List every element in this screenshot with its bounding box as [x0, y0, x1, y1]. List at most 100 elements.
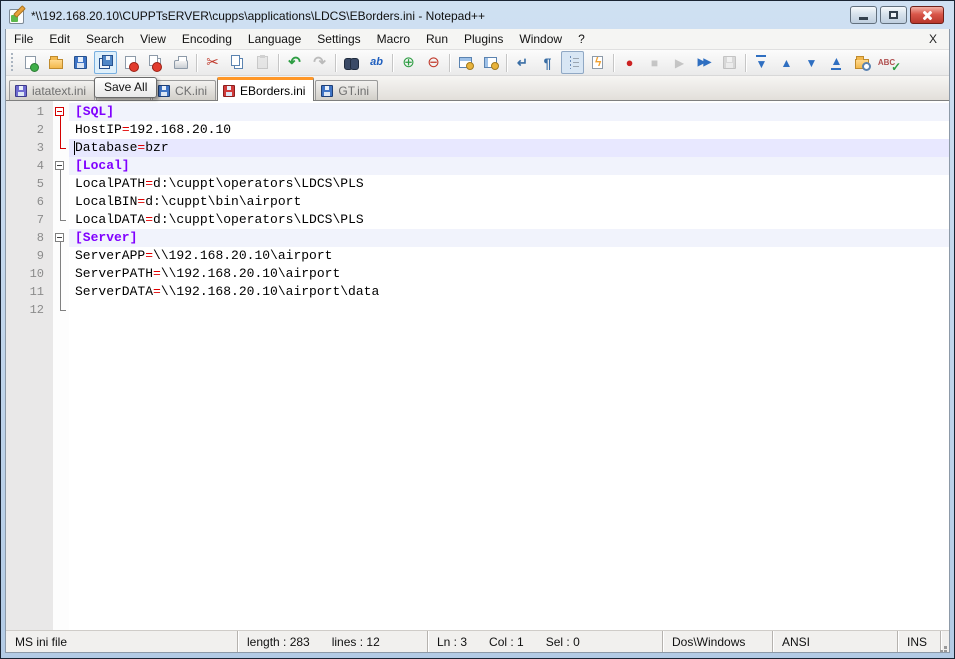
- goto-last-button[interactable]: ▲: [825, 51, 848, 74]
- tab-gtini[interactable]: GT.ini: [315, 80, 378, 100]
- line-number: 10: [6, 265, 53, 283]
- record-macro-button[interactable]: ●: [618, 51, 641, 74]
- restore-button[interactable]: [880, 6, 907, 24]
- goto-next-button[interactable]: ▼: [800, 51, 823, 74]
- indent-guide-button[interactable]: [561, 51, 584, 74]
- line-number: 1: [6, 103, 53, 121]
- title-bar[interactable]: *\\192.168.20.10\CUPPTsERVER\cupps\appli…: [5, 3, 950, 29]
- menu-item-file[interactable]: File: [6, 29, 41, 49]
- code-line[interactable]: LocalBIN=d:\cuppt\bin\airport: [69, 193, 949, 211]
- token-key: ServerPATH: [75, 266, 153, 281]
- line-number: 3: [6, 139, 53, 157]
- menu-item-edit[interactable]: Edit: [41, 29, 78, 49]
- resize-grip[interactable]: [941, 631, 949, 652]
- code-line[interactable]: ServerDATA=\\192.168.20.10\airport\data: [69, 283, 949, 301]
- find-button[interactable]: [340, 51, 363, 74]
- tab-ebordersini[interactable]: EBorders.ini: [217, 77, 314, 101]
- status-bar: MS ini file length : 283lines : 12 Ln : …: [6, 630, 949, 652]
- fold-collapse-marker[interactable]: [53, 229, 69, 247]
- menu-item-settings[interactable]: Settings: [309, 29, 368, 49]
- code-line[interactable]: ServerPATH=\\192.168.20.10\airport: [69, 265, 949, 283]
- tab-iatatextini[interactable]: iatatext.ini: [9, 80, 95, 100]
- toolbar-separator: [506, 54, 507, 72]
- menu-item-window[interactable]: Window: [511, 29, 570, 49]
- sync-vertical-button[interactable]: [454, 51, 477, 74]
- code-line[interactable]: LocalDATA=d:\cuppt\operators\LDCS\PLS: [69, 211, 949, 229]
- zoom-in-button[interactable]: ⊕: [397, 51, 420, 74]
- copy-button[interactable]: [226, 51, 249, 74]
- minimize-button[interactable]: [850, 6, 877, 24]
- save-all-icon: [102, 55, 113, 66]
- cut-icon: ✂: [206, 55, 219, 70]
- stop-macro-button[interactable]: ■: [643, 51, 666, 74]
- token-key: ServerAPP: [75, 248, 145, 263]
- toolbar-separator: [613, 54, 614, 72]
- code-area[interactable]: [SQL]HostIP=192.168.20.10Database=bzr[Lo…: [69, 101, 949, 630]
- explorer-button[interactable]: [850, 51, 873, 74]
- close-all-icon: [149, 55, 158, 66]
- toolbar-separator: [745, 54, 746, 72]
- paste-button[interactable]: [251, 51, 274, 74]
- menu-item-macro[interactable]: Macro: [369, 29, 418, 49]
- new-file-button[interactable]: [19, 51, 42, 74]
- close-button[interactable]: [910, 6, 944, 24]
- editor[interactable]: 123456789101112 [SQL]HostIP=192.168.20.1…: [6, 101, 949, 630]
- undo-button[interactable]: ↶: [283, 51, 306, 74]
- redo-button[interactable]: ↷: [308, 51, 331, 74]
- save-all-button[interactable]: [94, 51, 117, 74]
- menu-item-view[interactable]: View: [132, 29, 174, 49]
- code-line[interactable]: [Local]: [69, 157, 949, 175]
- save-all-tooltip: Save All: [94, 77, 157, 98]
- line-number: 11: [6, 283, 53, 301]
- sync-horizontal-button[interactable]: [479, 51, 502, 74]
- status-typing-mode[interactable]: INS: [898, 631, 941, 652]
- code-line[interactable]: [69, 301, 949, 319]
- open-button[interactable]: [44, 51, 67, 74]
- toolbar-separator: [278, 54, 279, 72]
- undo-icon: ↶: [288, 55, 301, 70]
- save-button[interactable]: [69, 51, 92, 74]
- replace-button[interactable]: ab: [365, 51, 388, 74]
- token-section: [Server]: [75, 230, 137, 245]
- menu-item-encoding[interactable]: Encoding: [174, 29, 240, 49]
- word-wrap-button[interactable]: ↵: [511, 51, 534, 74]
- menu-item-search[interactable]: Search: [78, 29, 132, 49]
- tab-label: EBorders.ini: [240, 84, 305, 98]
- fold-guide: [53, 301, 69, 319]
- fold-collapse-marker[interactable]: [53, 157, 69, 175]
- goto-prev-button[interactable]: ▲: [775, 51, 798, 74]
- save-icon: [74, 56, 87, 69]
- tab-ckini[interactable]: CK.ini: [152, 80, 216, 100]
- code-line[interactable]: [Server]: [69, 229, 949, 247]
- line-number: 6: [6, 193, 53, 211]
- menu-item-plugins[interactable]: Plugins: [456, 29, 511, 49]
- sync-horizontal-icon: [484, 57, 497, 68]
- status-encoding[interactable]: ANSI: [773, 631, 898, 652]
- code-line[interactable]: LocalPATH=d:\cuppt\operators\LDCS\PLS: [69, 175, 949, 193]
- save-macro-button[interactable]: [718, 51, 741, 74]
- print-button[interactable]: [169, 51, 192, 74]
- line-number-margin: 123456789101112: [6, 101, 53, 630]
- status-eol-format[interactable]: Dos\Windows: [663, 631, 773, 652]
- close-doc-button[interactable]: [119, 51, 142, 74]
- close-all-button[interactable]: [144, 51, 167, 74]
- show-all-chars-button[interactable]: ¶: [536, 51, 559, 74]
- spell-check-button[interactable]: ABC✓: [875, 51, 898, 74]
- udl-dialog-button[interactable]: ϟ: [586, 51, 609, 74]
- menu-item-run[interactable]: Run: [418, 29, 456, 49]
- multi-play-button[interactable]: ▶▶: [693, 51, 716, 74]
- menu-close-document-x[interactable]: X: [917, 32, 949, 46]
- fold-collapse-marker[interactable]: [53, 103, 69, 121]
- code-line[interactable]: ServerAPP=\\192.168.20.10\airport: [69, 247, 949, 265]
- token-key: HostIP: [75, 122, 122, 137]
- goto-first-button[interactable]: ▼: [750, 51, 773, 74]
- code-line[interactable]: [SQL]: [69, 103, 949, 121]
- toolbar-grip[interactable]: [10, 53, 15, 73]
- code-line[interactable]: Database=bzr: [69, 139, 949, 157]
- play-macro-button[interactable]: ▶: [668, 51, 691, 74]
- cut-button[interactable]: ✂: [201, 51, 224, 74]
- zoom-out-button[interactable]: ⊖: [422, 51, 445, 74]
- code-line[interactable]: HostIP=192.168.20.10: [69, 121, 949, 139]
- menu-item-[interactable]: ?: [570, 29, 593, 49]
- menu-item-language[interactable]: Language: [240, 29, 309, 49]
